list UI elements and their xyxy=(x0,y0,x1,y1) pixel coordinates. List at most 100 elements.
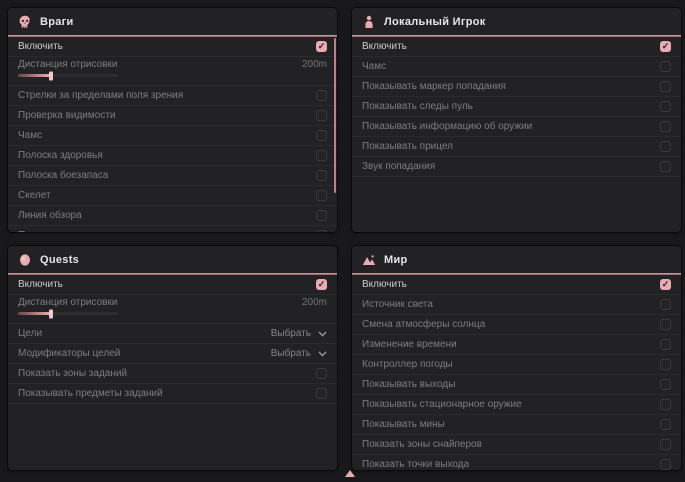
setting-row: Включить ✓ xyxy=(8,275,337,295)
setting-label: Звук попадания xyxy=(362,161,435,172)
checkbox[interactable] xyxy=(660,359,671,370)
setting-label: Включить xyxy=(362,279,407,290)
setting-label: Включить xyxy=(18,279,63,290)
setting-label: Дистанция отрисовки xyxy=(18,59,117,70)
checkbox[interactable] xyxy=(660,141,671,152)
checkbox[interactable] xyxy=(316,170,327,181)
panel-local-player: Локальный Игрок Включить ✓ Чамс Показывать … xyxy=(352,8,681,232)
slider-handle[interactable] xyxy=(49,71,53,80)
setting-label: Проверка видимости xyxy=(18,110,116,121)
setting-label: Показывать стационарное оружие xyxy=(362,399,522,410)
setting-label: Показать точки выхода xyxy=(362,459,469,470)
setting-row: Показывать выходы xyxy=(352,375,681,395)
resize-handle[interactable] xyxy=(345,470,355,477)
checkbox[interactable] xyxy=(660,299,671,310)
setting-label: Показывать прицел xyxy=(362,141,453,152)
setting-label: Показать зоны заданий xyxy=(18,368,127,379)
checkbox[interactable] xyxy=(316,130,327,141)
panel-header[interactable]: Враги xyxy=(8,8,337,35)
setting-row: Контроллер погоды xyxy=(352,355,681,375)
setting-label: Показывать предметы заданий xyxy=(18,388,163,399)
checkbox[interactable] xyxy=(660,161,671,172)
skull-icon xyxy=(18,15,32,29)
checkbox[interactable] xyxy=(316,190,327,201)
setting-row: Включить ✓ xyxy=(8,37,337,57)
panel-world: Мир Включить ✓ Источник света Смена атмосфе… xyxy=(352,246,681,470)
setting-row: Полоска боезапаса xyxy=(8,166,337,186)
setting-row: Источник света xyxy=(352,295,681,315)
setting-row: Смена атмосферы солнца xyxy=(352,315,681,335)
mod-menu: Враги Включить ✓ Дистанция отрисовки 200m Ст… xyxy=(0,0,685,482)
setting-row: Дистанция отрисовки 200m xyxy=(8,57,337,86)
checkbox[interactable] xyxy=(660,81,671,92)
setting-label: Показать зоны снайперов xyxy=(362,439,482,450)
checkbox[interactable]: ✓ xyxy=(660,41,671,52)
panel-header[interactable]: Quests xyxy=(8,246,337,273)
setting-row: Показать зоны снайперов xyxy=(352,435,681,455)
slider-handle[interactable] xyxy=(49,309,53,318)
panel-header[interactable]: Локальный Игрок xyxy=(352,8,681,35)
panel-quests: Quests Включить ✓ Дистанция отрисовки 200m Ц… xyxy=(8,246,337,470)
settings-list: Включить ✓ Чамс Показывать маркер попадания… xyxy=(352,37,681,177)
checkbox[interactable] xyxy=(660,339,671,350)
checkbox[interactable] xyxy=(660,439,671,450)
checkbox[interactable] xyxy=(660,319,671,330)
settings-list: Включить ✓ Дистанция отрисовки 200m ЦелиВыбр… xyxy=(8,275,337,404)
dropdown-value: Выбрать xyxy=(271,328,311,339)
checkbox[interactable] xyxy=(316,388,327,399)
setting-row: Включить ✓ xyxy=(352,275,681,295)
checkbox[interactable] xyxy=(316,150,327,161)
checkbox[interactable] xyxy=(660,399,671,410)
checkbox[interactable] xyxy=(316,90,327,101)
setting-label: Линия обзора xyxy=(18,210,82,221)
chevron-down-icon xyxy=(318,331,327,337)
checkbox[interactable] xyxy=(316,368,327,379)
checkbox[interactable]: ✓ xyxy=(316,279,327,290)
checkbox[interactable] xyxy=(660,121,671,132)
setting-row: Показывать мины xyxy=(352,415,681,435)
setting-row: ЦелиВыбрать xyxy=(8,324,337,344)
checkbox[interactable] xyxy=(660,101,671,112)
setting-label: Источник света xyxy=(362,299,433,310)
checkbox[interactable]: ✓ xyxy=(316,41,327,52)
dropdown-value: Выбрать xyxy=(271,348,311,359)
dropdown[interactable]: Выбрать xyxy=(271,328,327,339)
slider-fill xyxy=(18,74,51,77)
slider[interactable] xyxy=(18,312,118,315)
checkbox[interactable] xyxy=(316,210,327,221)
checkbox[interactable] xyxy=(660,379,671,390)
setting-row: Показывать предметы заданий xyxy=(8,384,337,404)
slider-value: 200m xyxy=(302,59,327,70)
setting-label: Полоска боезапаса xyxy=(18,170,108,181)
setting-label: Показывать выходы xyxy=(362,379,455,390)
setting-label: Включить xyxy=(362,41,407,52)
dropdown[interactable]: Выбрать xyxy=(271,348,327,359)
checkbox[interactable] xyxy=(316,230,327,232)
setting-label: Включить xyxy=(18,41,63,52)
panel-header[interactable]: Мир xyxy=(352,246,681,273)
setting-label: Показывать мины xyxy=(362,419,445,430)
setting-label: Показывать следы пуль xyxy=(362,101,473,112)
checkbox[interactable]: ✓ xyxy=(660,279,671,290)
checkbox[interactable] xyxy=(660,61,671,72)
setting-label: Смена атмосферы солнца xyxy=(362,319,485,330)
checkbox[interactable] xyxy=(316,110,327,121)
panel-title: Враги xyxy=(40,16,74,28)
setting-row: Показывать следы пуль xyxy=(352,97,681,117)
panel-title: Мир xyxy=(384,254,408,266)
setting-row: Линия обзора xyxy=(8,206,337,226)
settings-list: Включить ✓ Источник света Смена атмосферы с… xyxy=(352,275,681,470)
setting-label: Скелет xyxy=(18,190,51,201)
slider[interactable] xyxy=(18,74,118,77)
setting-row: Показывать маркер попадания xyxy=(352,77,681,97)
checkbox[interactable] xyxy=(660,459,671,470)
panel-title: Локальный Игрок xyxy=(384,16,486,28)
setting-label: Чамс xyxy=(362,61,386,72)
setting-row: Стрелки за пределами поля зрения xyxy=(8,86,337,106)
checkbox[interactable] xyxy=(660,419,671,430)
person-icon xyxy=(362,15,376,29)
setting-label: Изменение времени xyxy=(362,339,457,350)
scrollbar[interactable] xyxy=(334,38,336,193)
slider-value: 200m xyxy=(302,297,327,308)
setting-label: Дистанция отрисовки xyxy=(18,297,117,308)
